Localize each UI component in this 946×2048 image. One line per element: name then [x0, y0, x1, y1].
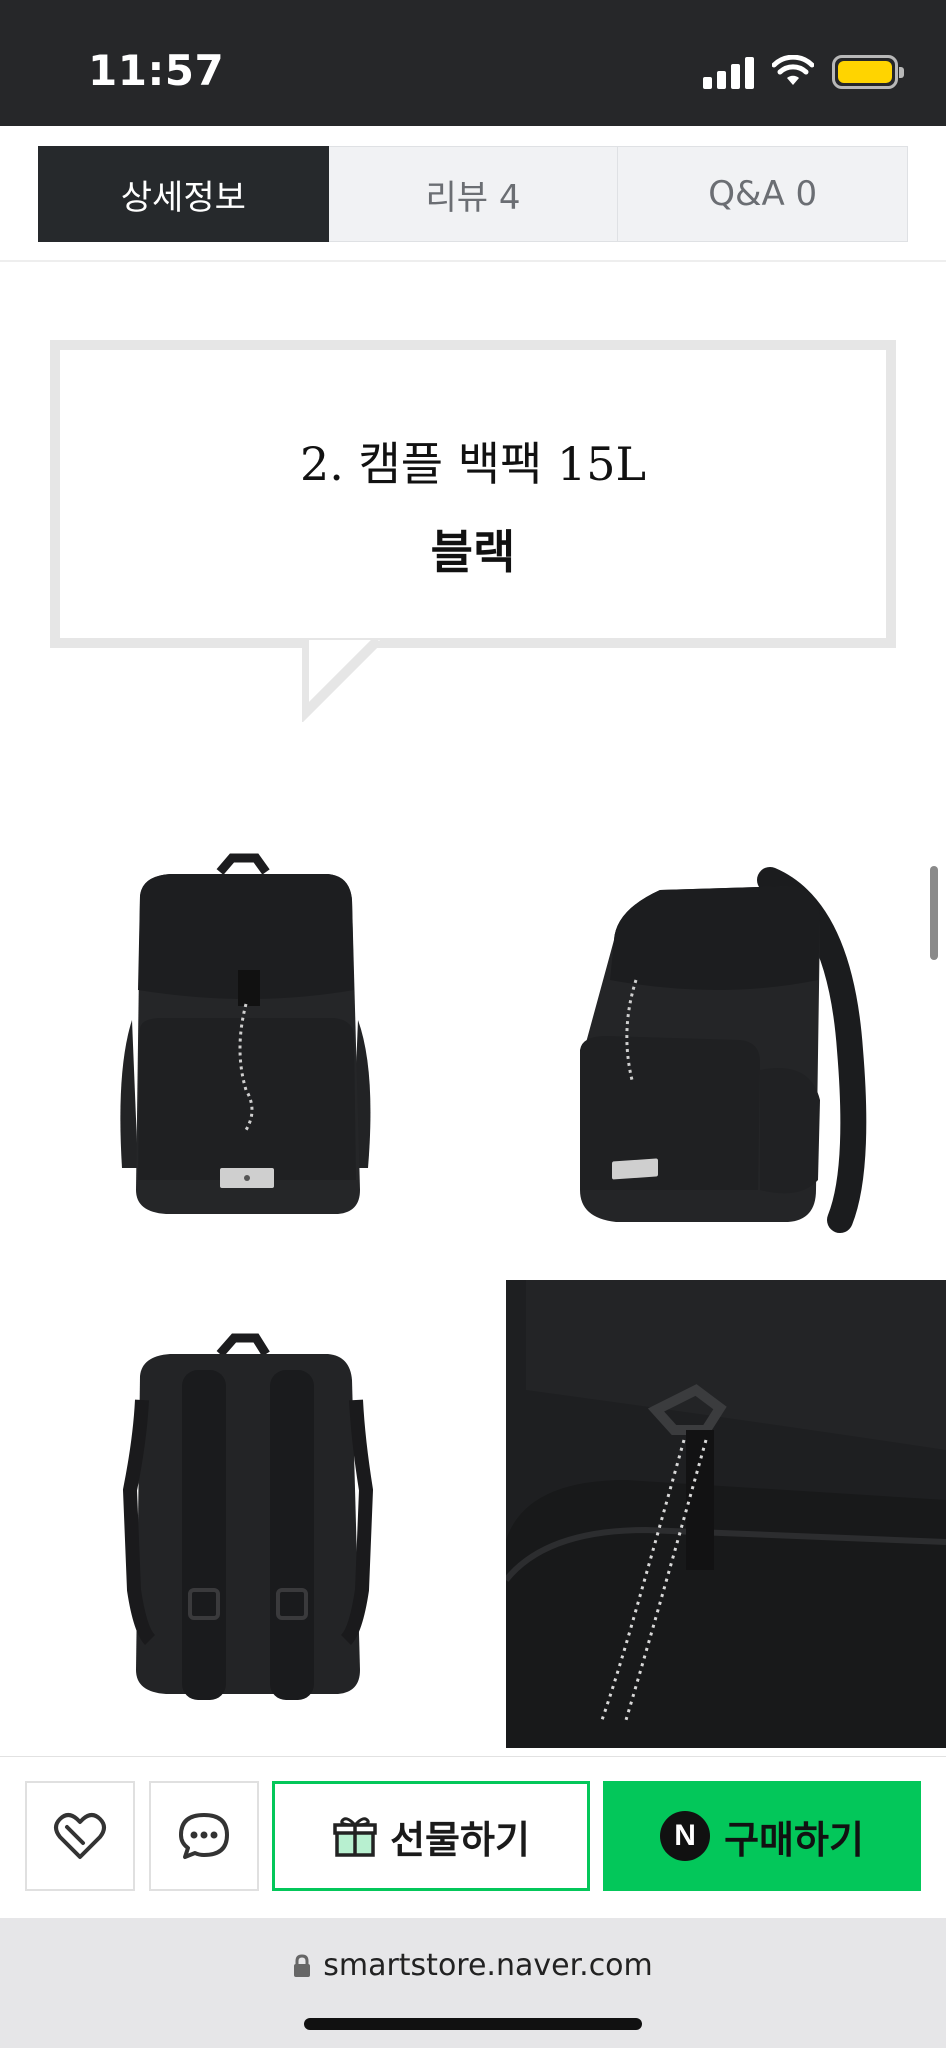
- scrollbar[interactable]: [930, 866, 938, 960]
- bottom-action-bar: 선물하기 N 구매하기: [0, 1756, 946, 1918]
- home-indicator[interactable]: [304, 2018, 642, 2030]
- status-icons: [703, 52, 904, 92]
- naverpay-n-icon: N: [660, 1811, 711, 1861]
- url-display[interactable]: smartstore.naver.com: [0, 1948, 946, 1983]
- gift-button-label: 선물하기: [390, 1817, 530, 1862]
- battery-icon: [832, 55, 904, 89]
- tab-qna[interactable]: Q&A 0: [618, 146, 909, 242]
- url-text: smartstore.naver.com: [323, 1948, 653, 1983]
- bubble-tail: [302, 640, 380, 722]
- tab-reviews[interactable]: 리뷰 4: [328, 146, 619, 242]
- status-time: 11:57: [88, 46, 225, 95]
- talk-button[interactable]: [149, 1781, 259, 1891]
- lock-icon: [294, 1953, 311, 1977]
- cellular-signal-icon: [703, 55, 754, 89]
- tab-detail-info[interactable]: 상세정보: [38, 146, 329, 242]
- product-title-bubble: 2. 캠플 백팩 15L 블랙: [50, 340, 896, 648]
- gift-icon: [333, 1817, 377, 1857]
- heart-icon: [54, 1813, 106, 1859]
- backpack-back-image: [70, 1330, 430, 1730]
- buy-button[interactable]: N 구매하기: [603, 1781, 921, 1891]
- backpack-front-image: [70, 850, 430, 1250]
- divider: [0, 260, 946, 262]
- gift-button[interactable]: 선물하기: [272, 1781, 590, 1891]
- product-tabs: 상세정보 리뷰 4 Q&A 0: [38, 146, 909, 242]
- buy-button-label: 구매하기: [724, 1817, 864, 1862]
- wifi-icon: [772, 55, 814, 85]
- status-bar: 11:57: [0, 0, 946, 126]
- chat-bubble-icon: [179, 1813, 229, 1859]
- product-color-name: 블랙: [430, 525, 516, 579]
- browser-url-bar: smartstore.naver.com: [0, 1918, 946, 2048]
- backpack-side-image: [520, 850, 880, 1250]
- like-button[interactable]: [25, 1781, 135, 1891]
- backpack-detail-closeup-image: [506, 1280, 946, 1748]
- battery-level: [838, 61, 892, 83]
- product-title: 2. 캠플 백팩 15L: [299, 437, 647, 491]
